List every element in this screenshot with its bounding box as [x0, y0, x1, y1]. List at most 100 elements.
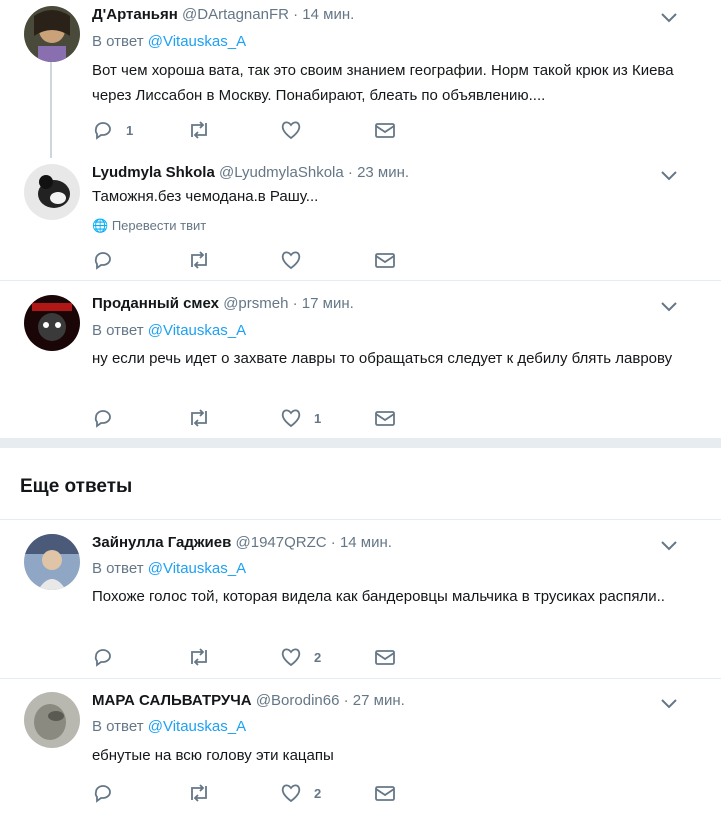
chevron-down-icon[interactable]	[660, 698, 678, 710]
timestamp[interactable]: 14 мин.	[340, 534, 392, 551]
thread-line	[50, 62, 52, 158]
dm-button[interactable]	[374, 119, 396, 141]
author-handle[interactable]: @DArtagnanFR	[182, 6, 289, 23]
reply-button[interactable]	[92, 782, 126, 804]
reply-button[interactable]	[92, 646, 126, 668]
tweet-actions: 1	[92, 119, 412, 141]
timestamp[interactable]: 17 мин.	[302, 295, 354, 312]
author-handle[interactable]: @1947QRZC	[236, 534, 327, 551]
tweet-text: ебнутые на всю голову эти кацапы	[92, 747, 334, 764]
divider	[0, 678, 721, 679]
tweet[interactable]: Lyudmyla Shkola @LyudmylaShkola · 23 мин…	[0, 158, 721, 280]
timestamp[interactable]: 14 мин.	[302, 6, 354, 23]
author-name[interactable]: Проданный смех	[92, 295, 219, 312]
reply-icon	[94, 785, 111, 803]
heart-icon	[281, 409, 301, 428]
tweet-text: Похоже голос той, которая видела как бан…	[92, 588, 665, 605]
timestamp[interactable]: 23 мин.	[357, 164, 409, 181]
avatar[interactable]	[24, 295, 80, 351]
like-button[interactable]	[280, 119, 314, 141]
like-count: 2	[314, 785, 322, 801]
reply-prefix: В ответ	[92, 33, 144, 50]
reply-prefix: В ответ	[92, 718, 144, 735]
translate-label: Перевести твит	[111, 218, 207, 233]
tweet[interactable]: Д'Артаньян @DArtagnanFR · 14 мин. В отве…	[0, 0, 721, 158]
reply-prefix: В ответ	[92, 322, 144, 339]
section-gap	[0, 438, 721, 448]
retweet-button[interactable]	[187, 782, 211, 804]
retweet-button[interactable]	[187, 646, 211, 668]
author-handle[interactable]: @LyudmylaShkola	[219, 164, 344, 181]
reply-to-line: В ответ @Vitauskas_A	[92, 322, 246, 339]
envelope-icon	[375, 650, 395, 665]
envelope-icon	[375, 253, 395, 268]
mention-link[interactable]: @Vitauskas_A	[148, 322, 246, 339]
heart-icon	[281, 121, 301, 140]
mention-link[interactable]: @Vitauskas_A	[148, 718, 246, 735]
tweet[interactable]: МАРА САЛЬВАТРУЧА @Borodin66 · 27 мин. В …	[0, 686, 721, 817]
avatar[interactable]	[24, 534, 80, 590]
envelope-icon	[375, 786, 395, 801]
author-handle[interactable]: @Borodin66	[256, 692, 340, 709]
separator-dot: ·	[347, 164, 353, 181]
chevron-down-icon[interactable]	[660, 540, 678, 552]
like-button[interactable]: 2	[280, 646, 321, 668]
tweet-actions: 2	[92, 646, 412, 668]
timestamp[interactable]: 27 мин.	[353, 692, 405, 709]
retweet-button[interactable]	[187, 407, 211, 429]
more-replies-heading: Еще ответы	[20, 476, 133, 497]
globe-icon: 🌐	[92, 218, 109, 233]
tweet-header: Д'Артаньян @DArtagnanFR · 14 мин.	[92, 6, 354, 23]
tweet-text: Таможня.без чемодана.в Рашу...	[92, 188, 319, 205]
reply-button[interactable]	[92, 249, 126, 271]
like-button[interactable]	[280, 249, 314, 271]
tweet-actions: 1	[92, 407, 412, 429]
avatar[interactable]	[24, 164, 80, 220]
dm-button[interactable]	[374, 782, 396, 804]
tweet-header: Зайнулла Гаджиев @1947QRZC · 14 мин.	[92, 534, 392, 551]
dm-button[interactable]	[374, 407, 396, 429]
dm-button[interactable]	[374, 249, 396, 271]
divider	[0, 519, 721, 520]
like-count: 1	[314, 410, 322, 426]
author-name[interactable]: Lyudmyla Shkola	[92, 164, 215, 181]
retweet-icon	[191, 409, 207, 427]
envelope-icon	[375, 411, 395, 426]
reply-to-line: В ответ @Vitauskas_A	[92, 33, 246, 50]
tweet[interactable]: Проданный смех @prsmeh · 17 мин. В ответ…	[0, 289, 721, 438]
author-handle[interactable]: @prsmeh	[223, 295, 288, 312]
retweet-button[interactable]	[187, 249, 211, 271]
mention-link[interactable]: @Vitauskas_A	[148, 33, 246, 50]
chevron-down-icon[interactable]	[660, 301, 678, 313]
reply-to-line: В ответ @Vitauskas_A	[92, 560, 246, 577]
retweet-icon	[191, 251, 207, 269]
tweet[interactable]: Зайнулла Гаджиев @1947QRZC · 14 мин. В о…	[0, 528, 721, 676]
like-button[interactable]: 1	[280, 407, 321, 429]
separator-dot: ·	[343, 692, 349, 709]
tweet-actions: 2	[92, 782, 412, 804]
tweet-text: ну если речь идет о захвате лавры то обр…	[92, 350, 673, 367]
reply-prefix: В ответ	[92, 560, 144, 577]
translate-link[interactable]: 🌐 Перевести твит	[92, 218, 206, 234]
mention-link[interactable]: @Vitauskas_A	[148, 560, 246, 577]
avatar[interactable]	[24, 6, 80, 62]
tweet-actions	[92, 249, 412, 271]
separator-dot: ·	[293, 6, 299, 23]
tweet-text: Вот чем хороша вата, так это своим знани…	[92, 62, 674, 104]
author-name[interactable]: Д'Артаньян	[92, 6, 178, 23]
chevron-down-icon[interactable]	[660, 12, 678, 24]
reply-icon	[94, 649, 111, 667]
chevron-down-icon[interactable]	[660, 170, 678, 182]
reply-button[interactable]	[92, 407, 126, 429]
like-button[interactable]: 2	[280, 782, 321, 804]
reply-button[interactable]: 1	[92, 119, 133, 141]
author-name[interactable]: Зайнулла Гаджиев	[92, 534, 231, 551]
dm-button[interactable]	[374, 646, 396, 668]
envelope-icon	[375, 123, 395, 138]
retweet-button[interactable]	[187, 119, 211, 141]
like-count: 2	[314, 649, 322, 665]
avatar[interactable]	[24, 692, 80, 748]
reply-icon	[94, 410, 111, 428]
separator-dot: ·	[330, 534, 336, 551]
author-name[interactable]: МАРА САЛЬВАТРУЧА	[92, 692, 252, 709]
